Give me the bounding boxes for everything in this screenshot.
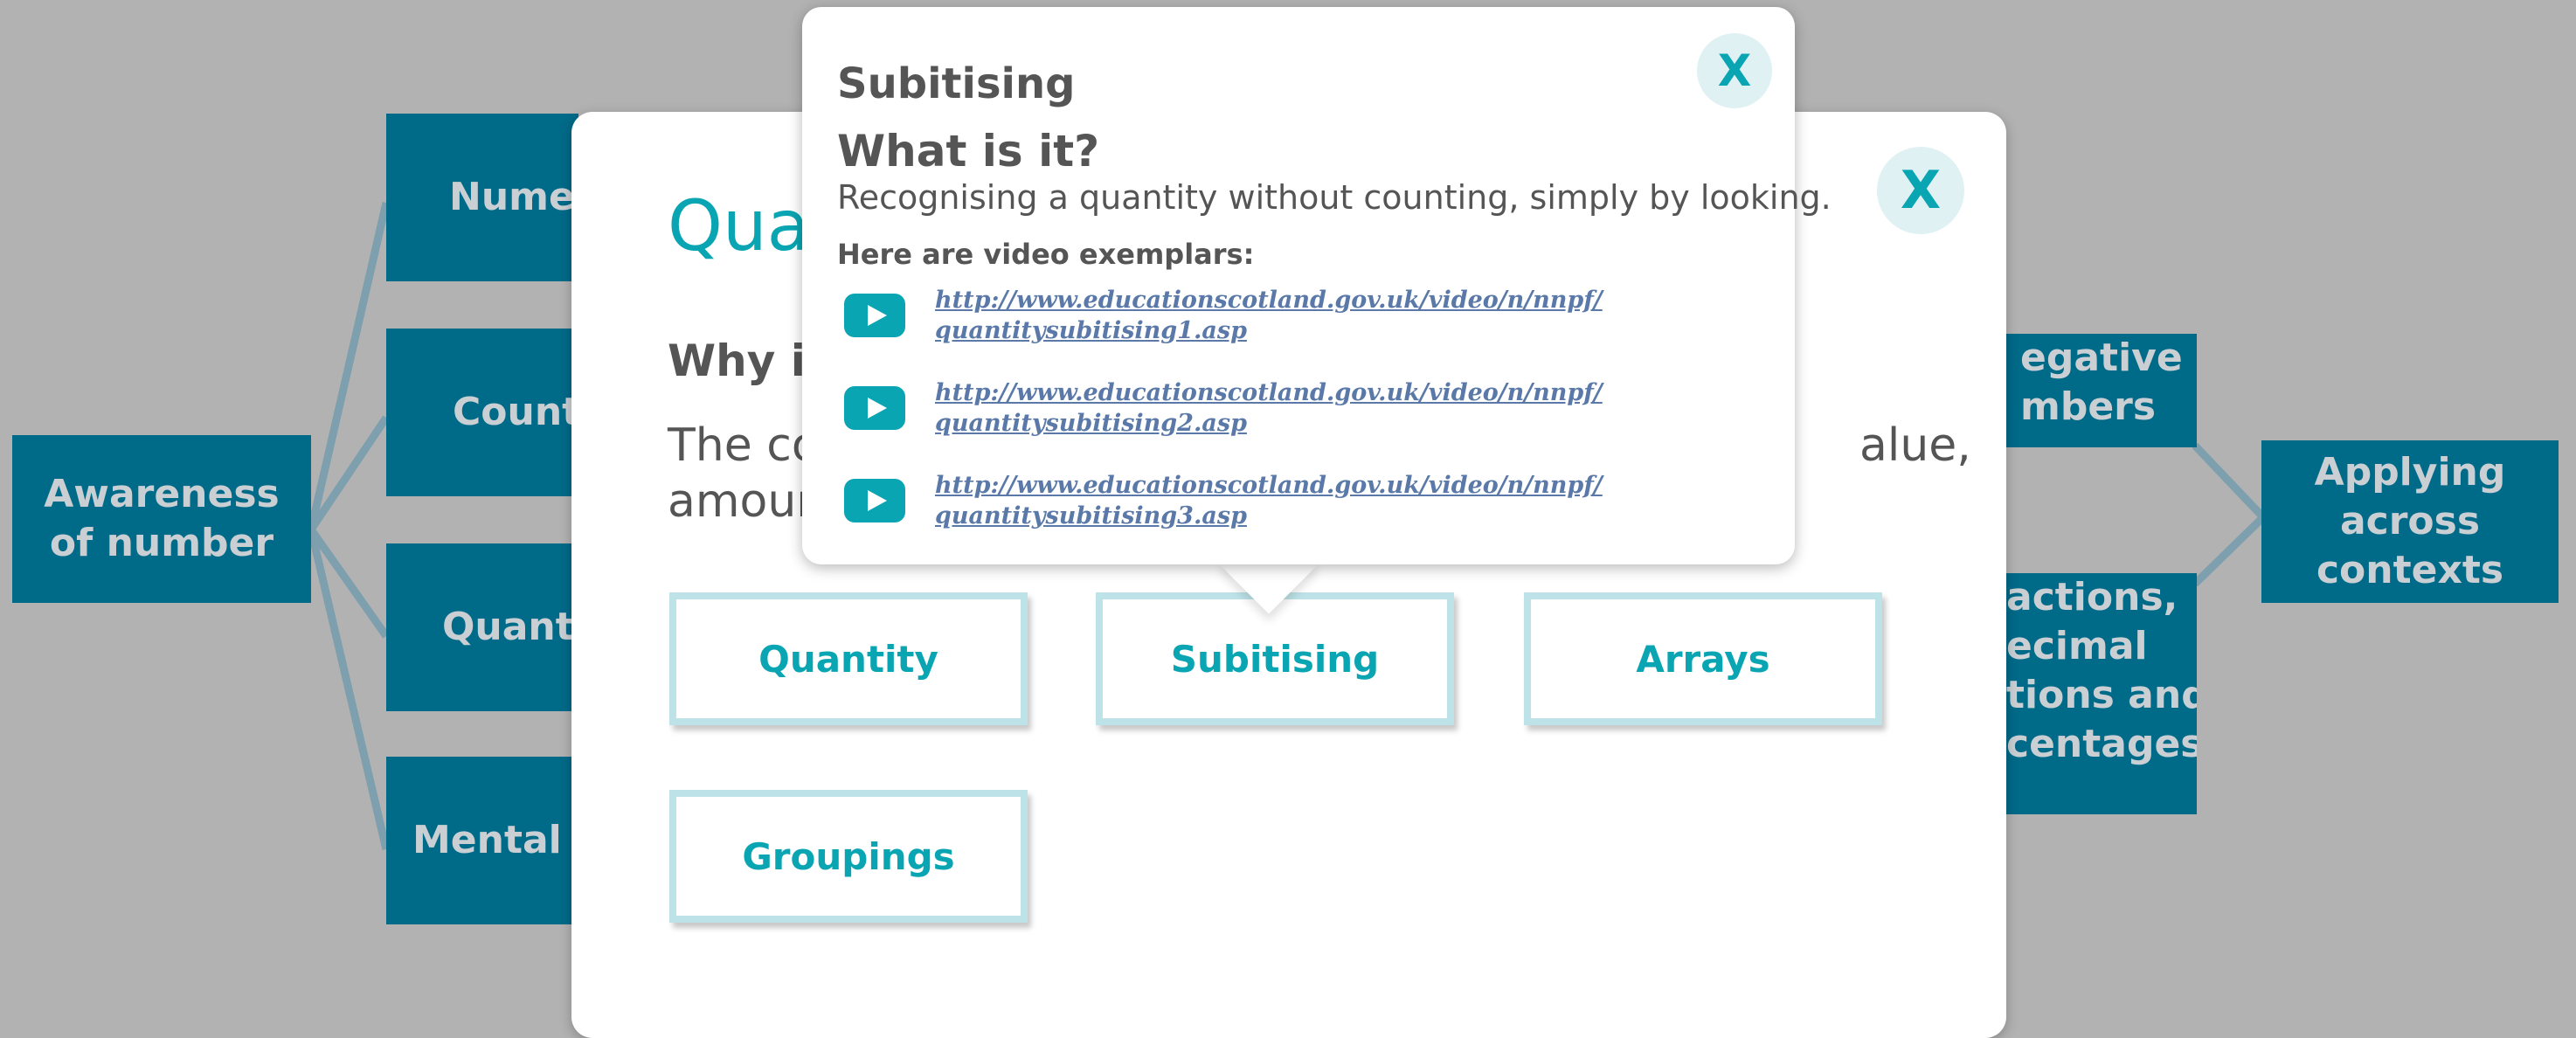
play-icon[interactable] bbox=[844, 294, 905, 337]
map-box-number[interactable]: Numer bbox=[386, 114, 578, 281]
map-box-label: Applying across contexts bbox=[2314, 450, 2506, 592]
map-box-label: ecimal bbox=[2006, 624, 2148, 668]
map-box-mental-agility[interactable]: Mental ag bbox=[386, 757, 578, 924]
video-item: http://www.educationscotland.gov.uk/vide… bbox=[844, 377, 1770, 447]
map-box-counting[interactable]: Counti bbox=[386, 329, 578, 496]
map-box-label: Counti bbox=[453, 390, 578, 434]
popover-close-button[interactable]: X bbox=[1697, 33, 1772, 108]
map-box-label: egative bbox=[2020, 336, 2183, 380]
map-box-applying[interactable]: Applying across contexts bbox=[2261, 440, 2559, 603]
popover-description: Recognising a quantity without counting,… bbox=[837, 178, 1832, 217]
map-box-label: mbers bbox=[2020, 384, 2157, 429]
card-arrays[interactable]: Arrays bbox=[1524, 592, 1882, 725]
map-box-label: Mental ag bbox=[412, 818, 578, 862]
map-box-label: centages bbox=[2006, 722, 2197, 766]
map-box-awareness[interactable]: Awareness of number bbox=[12, 435, 311, 603]
map-box-label: actions, bbox=[2006, 575, 2178, 619]
video-link-2[interactable]: http://www.educationscotland.gov.uk/vide… bbox=[935, 377, 1652, 439]
card-quantity[interactable]: Quantity bbox=[669, 592, 1028, 725]
video-link-3[interactable]: http://www.educationscotland.gov.uk/vide… bbox=[935, 470, 1652, 531]
map-box-fractions[interactable]: actions, ecimal tions and centages bbox=[1992, 573, 2197, 814]
close-icon: X bbox=[1900, 160, 1942, 221]
video-item: http://www.educationscotland.gov.uk/vide… bbox=[844, 470, 1770, 540]
map-box-label: Numer bbox=[449, 175, 578, 219]
map-box-label: Quantit bbox=[442, 605, 578, 649]
popover-video-label: Here are video exemplars: bbox=[837, 238, 1255, 271]
map-box-quantity[interactable]: Quantit bbox=[386, 543, 578, 711]
map-box-label: Awareness of number bbox=[44, 472, 280, 565]
popover-heading: What is it? bbox=[837, 126, 1100, 176]
video-link-1[interactable]: http://www.educationscotland.gov.uk/vide… bbox=[935, 285, 1652, 346]
play-icon[interactable] bbox=[844, 386, 905, 430]
video-item: http://www.educationscotland.gov.uk/vide… bbox=[844, 285, 1770, 355]
popover-title: Subitising bbox=[837, 59, 1076, 108]
card-subitising[interactable]: Subitising bbox=[1096, 592, 1454, 725]
play-icon[interactable] bbox=[844, 479, 905, 522]
subitising-popover: Subitising X What is it? Recognising a q… bbox=[802, 7, 1832, 564]
map-box-label: tions and bbox=[2006, 673, 2197, 717]
card-groupings[interactable]: Groupings bbox=[669, 790, 1028, 923]
modal-close-button[interactable]: X bbox=[1877, 147, 1964, 234]
close-icon: X bbox=[1717, 45, 1752, 96]
map-box-negative-numbers[interactable]: egative mbers bbox=[1992, 334, 2197, 447]
